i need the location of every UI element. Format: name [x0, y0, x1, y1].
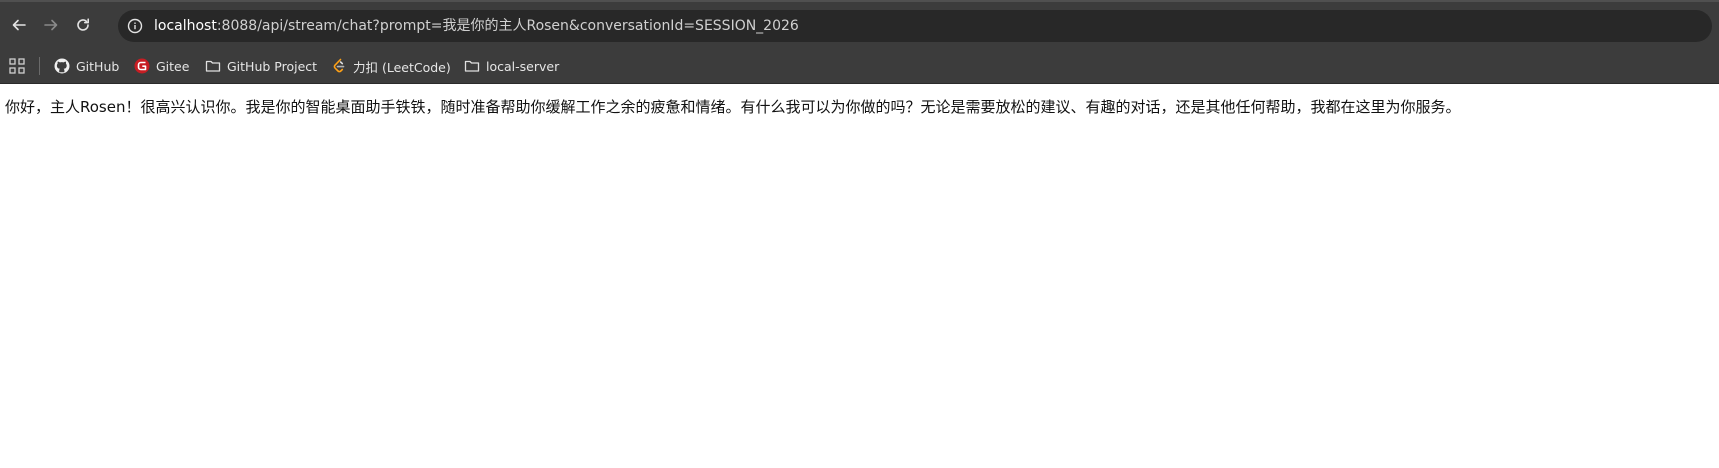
folder-icon — [464, 58, 480, 74]
forward-button[interactable] — [38, 12, 64, 38]
bookmark-label: GitHub — [76, 58, 120, 74]
url-path: :8088/api/stream/chat?prompt=我是你的主人Rosen… — [216, 18, 799, 34]
bookmarks-bar: GitHub Gitee GitHub Project 力扣 (LeetCode… — [0, 48, 1719, 84]
github-icon — [54, 58, 70, 74]
browser-toolbar: localhost:8088/api/stream/chat?prompt=我是… — [0, 0, 1719, 48]
page-content: 你好，主人Rosen！很高兴认识你。我是你的智能桌面助手铁铁，随时准备帮助你缓解… — [0, 84, 1719, 468]
browser-window: localhost:8088/api/stream/chat?prompt=我是… — [0, 0, 1719, 468]
bookmark-github[interactable]: GitHub — [54, 48, 119, 84]
reload-button[interactable] — [70, 12, 96, 38]
apps-grid-icon[interactable] — [9, 58, 25, 74]
bookmark-leetcode[interactable]: 力扣 (LeetCode) — [331, 48, 451, 84]
bookmark-local-server[interactable]: local-server — [464, 48, 559, 84]
gitee-icon — [134, 58, 150, 74]
bookmark-label: local-server — [486, 58, 560, 74]
chat-response-text: 你好，主人Rosen！很高兴认识你。我是你的智能桌面助手铁铁，随时准备帮助你缓解… — [5, 98, 1461, 116]
address-bar[interactable]: localhost:8088/api/stream/chat?prompt=我是… — [118, 10, 1712, 42]
back-arrow-icon — [12, 19, 26, 31]
site-info-icon[interactable] — [126, 17, 144, 35]
folder-icon — [205, 58, 221, 74]
forward-arrow-icon — [44, 19, 58, 31]
bookmark-github-project[interactable]: GitHub Project — [205, 48, 317, 84]
bookmark-label: GitHub Project — [227, 58, 318, 74]
bookmarks-separator — [39, 57, 40, 75]
back-button[interactable] — [6, 12, 32, 38]
bookmark-label: Gitee — [156, 58, 190, 74]
bookmark-gitee[interactable]: Gitee — [134, 48, 189, 84]
url-host: localhost — [154, 18, 217, 34]
reload-icon — [77, 18, 89, 31]
bookmark-label: 力扣 (LeetCode) — [353, 59, 451, 75]
leetcode-icon — [331, 58, 347, 74]
url-text[interactable]: localhost:8088/api/stream/chat?prompt=我是… — [154, 10, 799, 42]
